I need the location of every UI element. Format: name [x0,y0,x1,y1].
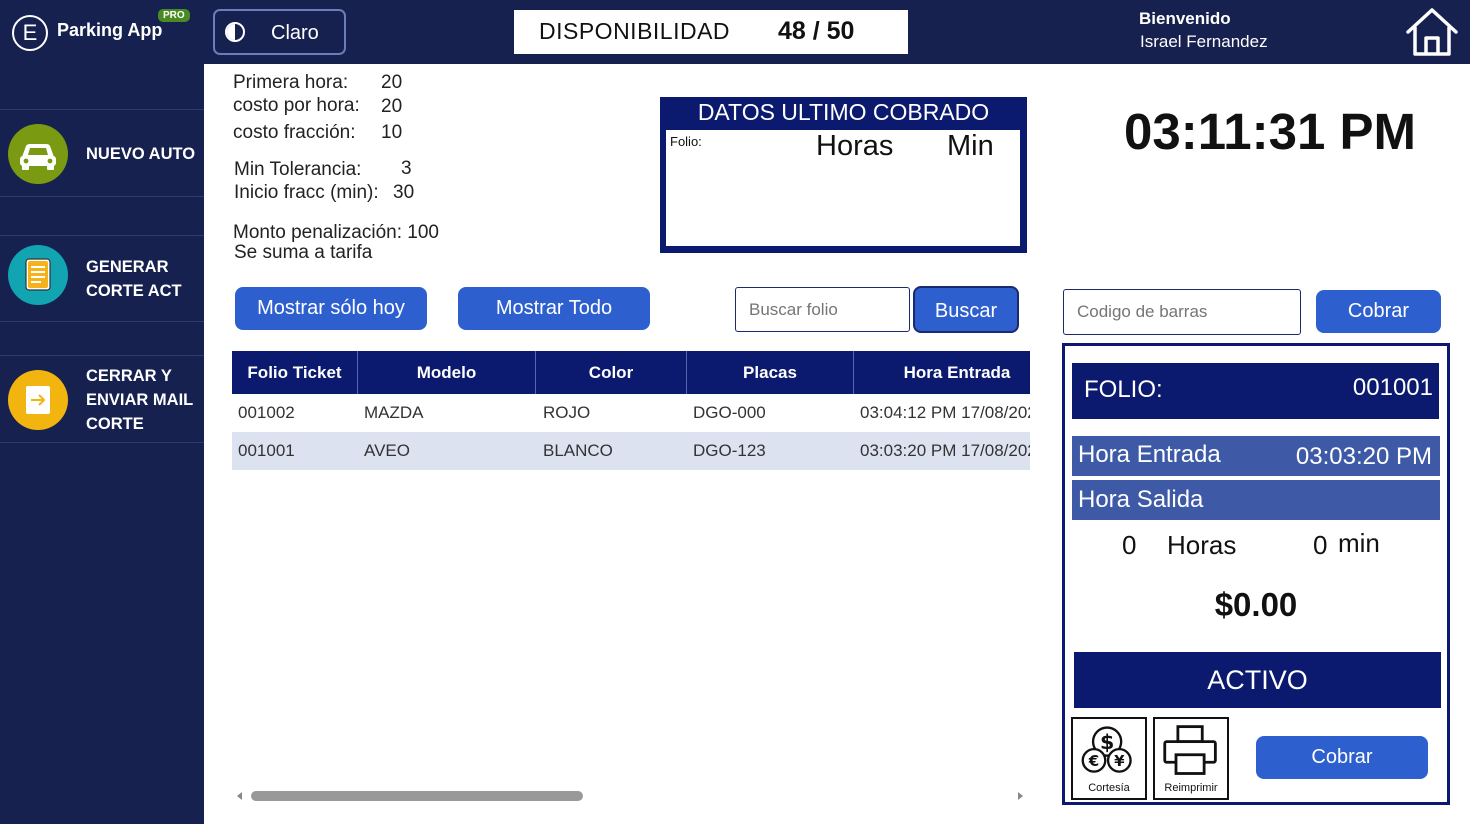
pro-badge: PRO [158,9,190,22]
last-paid-hours-label: Horas [816,130,894,162]
sidebar-item-close-send[interactable]: CERRAR Y ENVIAR MAIL CORTE [0,355,204,443]
table-cell-model: MAZDA [364,403,424,422]
last-paid-body: Folio: Horas Min [666,130,1020,246]
sidebar-label-line: CERRAR Y [86,367,172,385]
table-header: Folio Ticket Modelo Color Placas Hora En… [232,351,1030,394]
search-button[interactable]: Buscar [913,286,1019,333]
car-icon [8,124,68,184]
param-tolerance-value: 3 [401,158,412,179]
app-name: Parking App [57,20,163,40]
param-tolerance-label: Min Tolerancia: [234,159,362,180]
printer-icon [1163,725,1217,775]
document-icon [8,245,68,305]
table-cell-color: ROJO [543,403,591,422]
table-cell-plates: DGO-000 [693,403,766,422]
ticket-exit-label: Hora Salida [1078,486,1204,513]
table-header-folio[interactable]: Folio Ticket [232,351,358,394]
param-cost-hour-value: 20 [381,96,403,117]
charge-button-top[interactable]: Cobrar [1316,290,1441,333]
table-cell-model: AVEO [364,441,410,460]
home-icon[interactable] [1404,6,1460,58]
ticket-min-label: min [1338,528,1380,558]
table-cell-folio: 001002 [238,403,295,422]
table-cell-plates: DGO-123 [693,441,766,460]
table-header-entry-time[interactable]: Hora Entrada [854,351,1060,394]
coins-icon: $ € ¥ [1081,726,1132,773]
table-cell-entry-time: 03:03:20 PM 17/08/2020 [860,441,1030,460]
sidebar-label-line: GENERAR [86,258,169,276]
param-penalty: Monto penalización: 100 [233,222,439,243]
ticket-folio-value: 001001 [1352,374,1433,401]
ticket-min-value: 0 [1313,530,1328,560]
sidebar-label-line: CORTE [86,415,144,433]
charge-button-bottom[interactable]: Cobrar [1256,736,1428,779]
svg-text:€: € [1088,752,1099,770]
courtesy-button[interactable]: $ € ¥ Cortesía [1071,717,1147,800]
clock: 03:11:31 PM [1124,103,1417,160]
scrollbar-thumb[interactable] [251,791,583,801]
sidebar-label-new-car: NUEVO AUTO [86,145,196,163]
ticket-folio-bar: FOLIO: 001001 [1072,363,1439,419]
ticket-entry-label: Hora Entrada [1078,441,1221,468]
exit-icon [8,370,68,430]
ticket-hours-value: 0 [1122,530,1137,560]
table-cell-folio: 001001 [238,441,295,460]
courtesy-label: Cortesía [1088,782,1130,794]
param-cost-fraction-label: costo fracción: [233,122,356,143]
theme-label: Claro [271,22,319,44]
table-cell-entry-time: 03:04:12 PM 17/08/2020 [860,403,1030,422]
param-fraction-start-label: Inicio fracc (min): [234,182,379,203]
search-folio-input[interactable] [735,287,910,332]
last-paid-panel: DATOS ULTIMO COBRADO Folio: Horas Min [660,97,1027,253]
table-cell-color: BLANCO [543,441,613,460]
sidebar-label-close-send: CERRAR Y ENVIAR MAIL CORTE [86,364,193,436]
availability-value: 48 / 50 [778,17,855,45]
last-paid-folio-label: Folio: [670,134,702,149]
sidebar-item-new-car[interactable]: NUEVO AUTO [0,109,204,197]
user-name: Israel Fernandez [1140,32,1268,51]
availability-label: DISPONIBILIDAD [539,18,731,44]
table-row[interactable]: 001002 MAZDA ROJO DGO-000 03:04:12 PM 17… [232,394,1030,432]
param-first-hour-label: Primera hora: [233,72,349,93]
ticket-entry-value: 03:03:20 PM [1295,443,1432,470]
param-fraction-start-value: 30 [393,182,415,203]
sidebar-item-generate-report[interactable]: GENERAR CORTE ACT [0,235,204,322]
ticket-hours-label: Horas [1167,530,1237,560]
last-paid-title: DATOS ULTIMO COBRADO [697,99,990,125]
ticket-amount: $0.00 [1214,586,1298,623]
contrast-icon [225,22,245,42]
ticket-exit-row: Hora Salida [1072,480,1440,520]
param-cost-hour-label: costo por hora: [233,95,360,116]
param-added-to-rate: Se suma a tarifa [234,242,373,263]
ticket-entry-row: Hora Entrada 03:03:20 PM [1072,436,1440,476]
barcode-input[interactable] [1063,289,1301,335]
welcome-text: Bienvenido [1139,9,1231,28]
ticket-folio-label: FOLIO: [1084,376,1163,403]
table-header-model[interactable]: Modelo [358,351,536,394]
table-header-plates[interactable]: Placas [687,351,854,394]
ticket-status: ACTIVO [1074,652,1441,708]
table-row-selected[interactable]: 001001 AVEO BLANCO DGO-123 03:03:20 PM 1… [232,432,1030,470]
show-all-button[interactable]: Mostrar Todo [458,287,650,330]
availability-box: DISPONIBILIDAD 48 / 50 [514,10,908,54]
table-header-color[interactable]: Color [536,351,687,394]
reprint-button[interactable]: Reimprimir [1153,717,1229,800]
sidebar-label-generate-report: GENERAR CORTE ACT [86,255,182,303]
theme-toggle-button[interactable]: Claro [213,9,346,55]
app-logo: E [12,15,48,51]
last-paid-min-label: Min [947,130,994,162]
sidebar-label-line: CORTE ACT [86,282,182,300]
top-bar: E Parking App PRO Claro DISPONIBILIDAD 4… [0,0,1470,64]
param-first-hour-value: 20 [381,72,403,93]
svg-text:¥: ¥ [1114,752,1125,770]
sidebar-label-line: ENVIAR MAIL [86,391,194,409]
show-today-button[interactable]: Mostrar sólo hoy [235,287,427,330]
param-cost-fraction-value: 10 [381,122,403,143]
sidebar: NUEVO AUTO GENERAR CORTE ACT CERRAR Y EN… [0,64,204,824]
reprint-label: Reimprimir [1164,782,1218,794]
